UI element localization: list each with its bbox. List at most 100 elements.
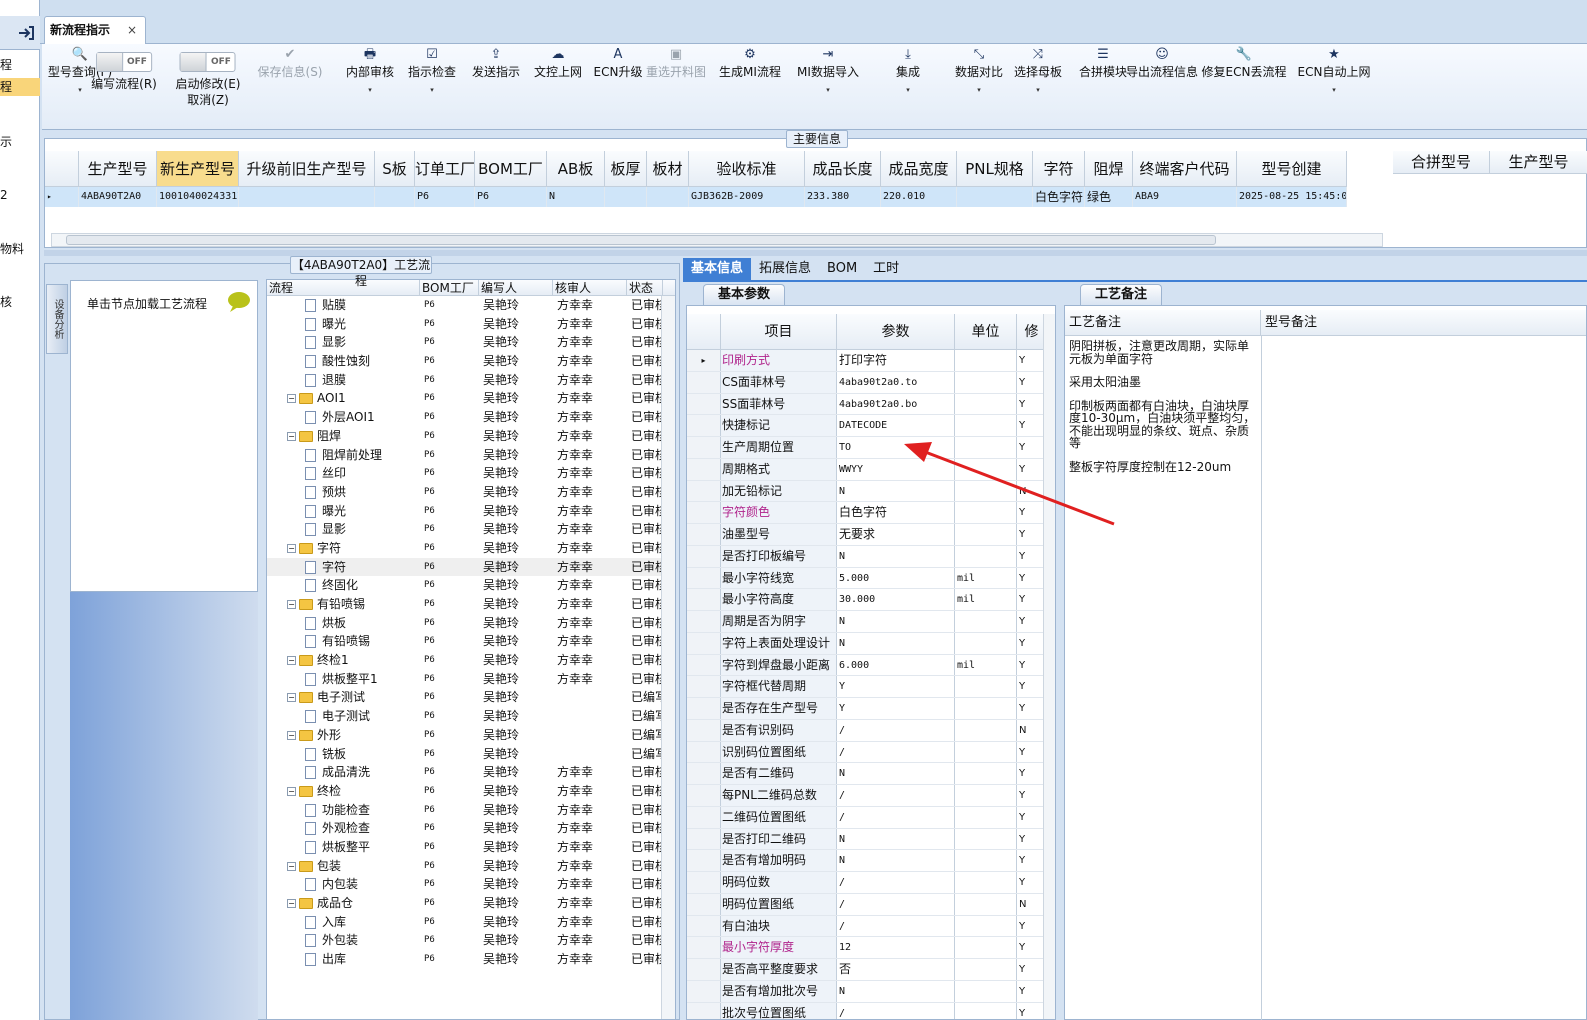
tree-row[interactable]: 酸性蚀刻 P6 吴艳玲 方幸幸 已审核 [267, 352, 675, 371]
params-column-header[interactable]: 参数 [837, 314, 955, 349]
tree-row[interactable]: − 外形 P6 吴艳玲 已编写 [267, 726, 675, 745]
chevron-down-icon[interactable]: ▾ [906, 86, 910, 94]
toolbar-button-10[interactable]: ▣ 重选开料图 [646, 44, 706, 128]
param-value[interactable]: 30.000 [837, 589, 955, 610]
tree-row[interactable]: − 阻焊 P6 吴艳玲 方幸幸 已审核 [267, 427, 675, 446]
table-cell[interactable]: ABA9 [1133, 187, 1237, 207]
param-value[interactable]: / [837, 915, 955, 937]
param-value[interactable]: Y [837, 698, 955, 719]
sidebar-item[interactable]: 核 [0, 293, 40, 311]
param-value[interactable]: 否 [837, 959, 955, 980]
param-value[interactable]: 4aba90t2a0.bo [837, 393, 955, 415]
tree-node-label[interactable]: 酸性蚀刻 [322, 354, 370, 368]
table-cell[interactable]: P6 [475, 187, 547, 207]
param-value[interactable]: 6.000 [837, 654, 955, 676]
collapse-icon[interactable]: − [287, 861, 296, 871]
toolbar-button-13[interactable]: ⤓ 集成 ▾ [896, 44, 920, 128]
tree-node-label[interactable]: AOI1 [317, 391, 346, 405]
tree-row[interactable]: 铣板 P6 吴艳玲 已编写 [267, 745, 675, 764]
tree-column-header[interactable]: 流程 [267, 280, 420, 295]
params-column-header[interactable]: 项目 [721, 314, 837, 349]
param-row[interactable]: 二维码位置图纸 / Y [687, 806, 1055, 829]
tree-node-label[interactable]: 外包装 [322, 933, 358, 947]
table-cell[interactable]: N [547, 187, 605, 207]
toolbar-button-18[interactable]: 🔧 修复ECN丢流程 [1202, 44, 1287, 128]
chevron-down-icon[interactable]: ▾ [368, 86, 372, 94]
tree-node-label[interactable]: 曝光 [322, 317, 346, 331]
column-header[interactable]: 升级前旧生产型号 [239, 151, 375, 186]
table-cell[interactable]: 4ABA90T2A0 [79, 187, 157, 207]
tree-row[interactable]: 电子测试 P6 吴艳玲 已编写 [267, 707, 675, 726]
chevron-down-icon[interactable]: ▾ [826, 86, 830, 94]
splitter[interactable] [44, 250, 1587, 256]
param-row[interactable]: 是否有识别码 / N [687, 719, 1055, 742]
tab-detail-1[interactable]: 基本信息 [683, 258, 752, 280]
tab-detail-2[interactable]: 拓展信息 [751, 258, 819, 280]
param-row[interactable]: 字符颜色 白色字符 Y [687, 502, 1055, 524]
tree-node-label[interactable]: 曝光 [322, 504, 346, 518]
toolbar-button-19[interactable]: ★ ECN自动上网 ▾ [1298, 44, 1371, 128]
param-row[interactable]: 有白油块 / Y [687, 915, 1055, 938]
tree-node-label[interactable]: 外层AOI1 [322, 410, 375, 424]
tree-row[interactable]: 阻焊前处理 P6 吴艳玲 方幸幸 已审核 [267, 446, 675, 465]
param-value[interactable]: N [837, 980, 955, 1002]
param-row[interactable]: ▸ 印刷方式 打印字符 Y [687, 350, 1055, 372]
param-value[interactable]: TO [837, 437, 955, 458]
toolbar-label-2[interactable]: 取消(Z) [187, 92, 229, 108]
tree-column-header[interactable]: 核审人 [553, 280, 627, 295]
toolbar-button-3[interactable]: OFF 启动修改(E) 取消(Z) [176, 44, 240, 128]
column-header[interactable]: 成品长度 [805, 151, 881, 186]
tree-node-label[interactable]: 字符 [317, 541, 341, 555]
tree-node-label[interactable]: 预烘 [322, 485, 346, 499]
table-cell[interactable] [647, 187, 689, 207]
table-row[interactable]: ▸ 4ABA90T2A0 10010400243317 P6 P6 N GJB362B-20… [45, 187, 1347, 207]
column-header[interactable]: 终端客户代码 [1133, 151, 1237, 186]
column-header[interactable]: 板材 [647, 151, 689, 186]
column-header[interactable]: 成品宽度 [881, 151, 957, 186]
table-cell[interactable]: 白色字符 [1033, 187, 1085, 207]
param-row[interactable]: 是否打印板编号 N Y [687, 545, 1055, 568]
column-header[interactable]: 板厚 [605, 151, 647, 186]
param-value[interactable]: / [837, 719, 955, 741]
column-header[interactable]: AB板 [547, 151, 605, 186]
param-value[interactable]: N [837, 850, 955, 871]
tree-row[interactable]: − AOI1 P6 吴艳玲 方幸幸 已审核 [267, 389, 675, 408]
column-header[interactable]: 合拼型号 [1393, 151, 1490, 173]
tree-row[interactable]: 终固化 P6 吴艳玲 方幸幸 已审核 [267, 576, 675, 595]
param-row[interactable]: SS面菲林号 4aba90t2a0.bo Y [687, 393, 1055, 416]
sidebar-item[interactable]: 物料 [0, 240, 40, 258]
tree-row[interactable]: − 电子测试 P6 吴艳玲 已编写 [267, 688, 675, 707]
collapse-icon[interactable]: − [287, 431, 296, 441]
param-row[interactable]: 明码位置图纸 / N [687, 893, 1055, 916]
param-row[interactable]: 是否高平整度要求否 Y [687, 959, 1055, 981]
tree-node-label[interactable]: 内包装 [322, 877, 358, 891]
tree-node-label[interactable]: 烘板整平1 [322, 672, 378, 686]
tree-row[interactable]: 出库 P6 吴艳玲 方幸幸 已审核 [267, 950, 675, 969]
chevron-down-icon[interactable]: ▾ [1332, 86, 1336, 94]
tree-node-label[interactable]: 终检1 [317, 653, 349, 667]
column-header[interactable]: BOM工厂 [475, 151, 547, 186]
param-value[interactable]: 无要求 [837, 524, 955, 545]
collapse-icon[interactable]: − [287, 394, 296, 404]
tree-row[interactable]: 外包装 P6 吴艳玲 方幸幸 已审核 [267, 931, 675, 950]
column-header[interactable]: 订单工厂 [415, 151, 475, 186]
param-value[interactable]: / [837, 1002, 955, 1019]
tree-row[interactable]: 内包装 P6 吴艳玲 方幸幸 已审核 [267, 875, 675, 894]
param-row[interactable]: 字符上表面处理设计 N Y [687, 632, 1055, 655]
tree-node-label[interactable]: 出库 [322, 952, 346, 966]
tree-row[interactable]: 成品清洗 P6 吴艳玲 方幸幸 已审核 [267, 763, 675, 782]
param-row[interactable]: 识别码位置图纸 / Y [687, 741, 1055, 764]
table-cell[interactable]: P6 [415, 187, 475, 207]
table-cell[interactable]: 10010400243317 [157, 187, 239, 207]
param-row[interactable]: 加无铅标记 N N [687, 480, 1055, 503]
param-row[interactable]: 最小字符高度 30.000 mil Y [687, 589, 1055, 611]
param-value[interactable]: 白色字符 [837, 502, 955, 523]
param-row[interactable]: 明码位数 / Y [687, 872, 1055, 894]
tree-row[interactable]: 贴膜 P6 吴艳玲 方幸幸 已审核 [267, 296, 675, 315]
collapse-icon[interactable]: − [287, 543, 296, 553]
tree-row[interactable]: − 终检1 P6 吴艳玲 方幸幸 已审核 [267, 651, 675, 670]
tree-row[interactable]: 字符 P6 吴艳玲 方幸幸 已审核 [267, 557, 675, 577]
tree-node-label[interactable]: 终检 [317, 784, 341, 798]
table-cell[interactable]: 绿色 [1085, 187, 1133, 207]
param-row[interactable]: 是否有二维码 N Y [687, 763, 1055, 785]
